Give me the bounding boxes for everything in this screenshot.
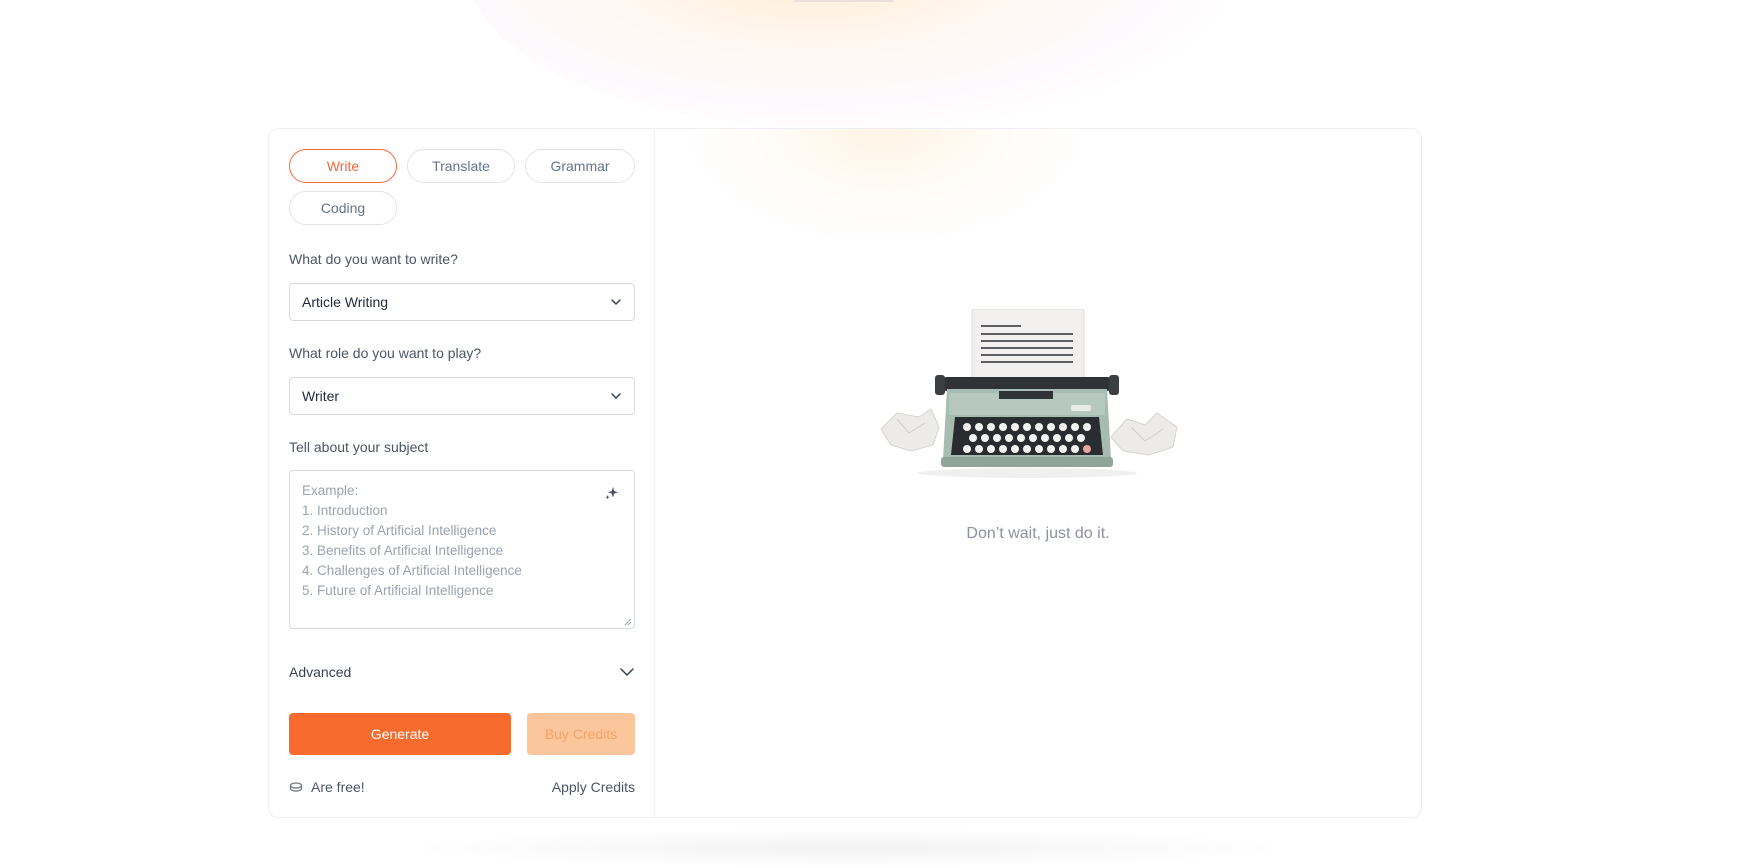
coin-icon [289, 782, 303, 792]
placeholder-line: Example: [302, 483, 359, 498]
subject-label: Tell about your subject [289, 439, 429, 455]
free-label: Are free! [311, 779, 365, 795]
chevron-down-icon [620, 668, 634, 676]
write-type-select[interactable]: Article Writing [289, 283, 635, 321]
chevron-down-icon [611, 299, 621, 305]
tab-coding[interactable]: Coding [289, 191, 397, 225]
write-type-label: What do you want to write? [289, 251, 458, 267]
placeholder-line: 3. Benefits of Artificial Intelligence [302, 543, 504, 558]
output-panel: Don’t wait, just do it. [655, 129, 1421, 817]
write-type-value: Article Writing [302, 294, 389, 310]
buy-credits-button[interactable]: Buy Credits [527, 713, 635, 755]
subject-placeholder: Example: 1. Introduction 2. History of A… [302, 481, 522, 601]
panel-glow [675, 129, 1095, 249]
form-panel: Write Translate Grammar Coding What do y… [269, 129, 655, 817]
apply-credits-link[interactable]: Apply Credits [552, 779, 635, 795]
advanced-toggle[interactable]: Advanced [289, 660, 635, 684]
generate-button[interactable]: Generate [289, 713, 511, 755]
free-status: Are free! [289, 779, 365, 795]
placeholder-line: 1. Introduction [302, 503, 388, 518]
subject-textarea[interactable]: Example: 1. Introduction 2. History of A… [289, 470, 635, 629]
role-select[interactable]: Writer [289, 377, 635, 415]
header-divider [794, 0, 894, 2]
placeholder-line: 4. Challenges of Artificial Intelligence [302, 563, 522, 578]
resize-grip-icon[interactable] [623, 617, 632, 626]
placeholder-line: 5. Future of Artificial Intelligence [302, 583, 494, 598]
writer-card: Write Translate Grammar Coding What do y… [268, 128, 1422, 818]
background-glow [470, 0, 1230, 130]
chevron-down-icon [611, 393, 621, 399]
tab-grammar[interactable]: Grammar [525, 149, 635, 183]
empty-state-tagline: Don’t wait, just do it. [966, 525, 1110, 542]
advanced-label: Advanced [289, 664, 352, 680]
tab-write[interactable]: Write [289, 149, 397, 183]
card-shadow [400, 828, 1300, 868]
tab-translate[interactable]: Translate [407, 149, 515, 183]
typewriter-illustration [880, 309, 1178, 478]
sparkle-icon[interactable] [604, 485, 620, 501]
credits-row: Are free! Apply Credits [289, 777, 635, 797]
placeholder-line: 2. History of Artificial Intelligence [302, 523, 497, 538]
role-value: Writer [302, 388, 340, 404]
role-label: What role do you want to play? [289, 345, 482, 361]
